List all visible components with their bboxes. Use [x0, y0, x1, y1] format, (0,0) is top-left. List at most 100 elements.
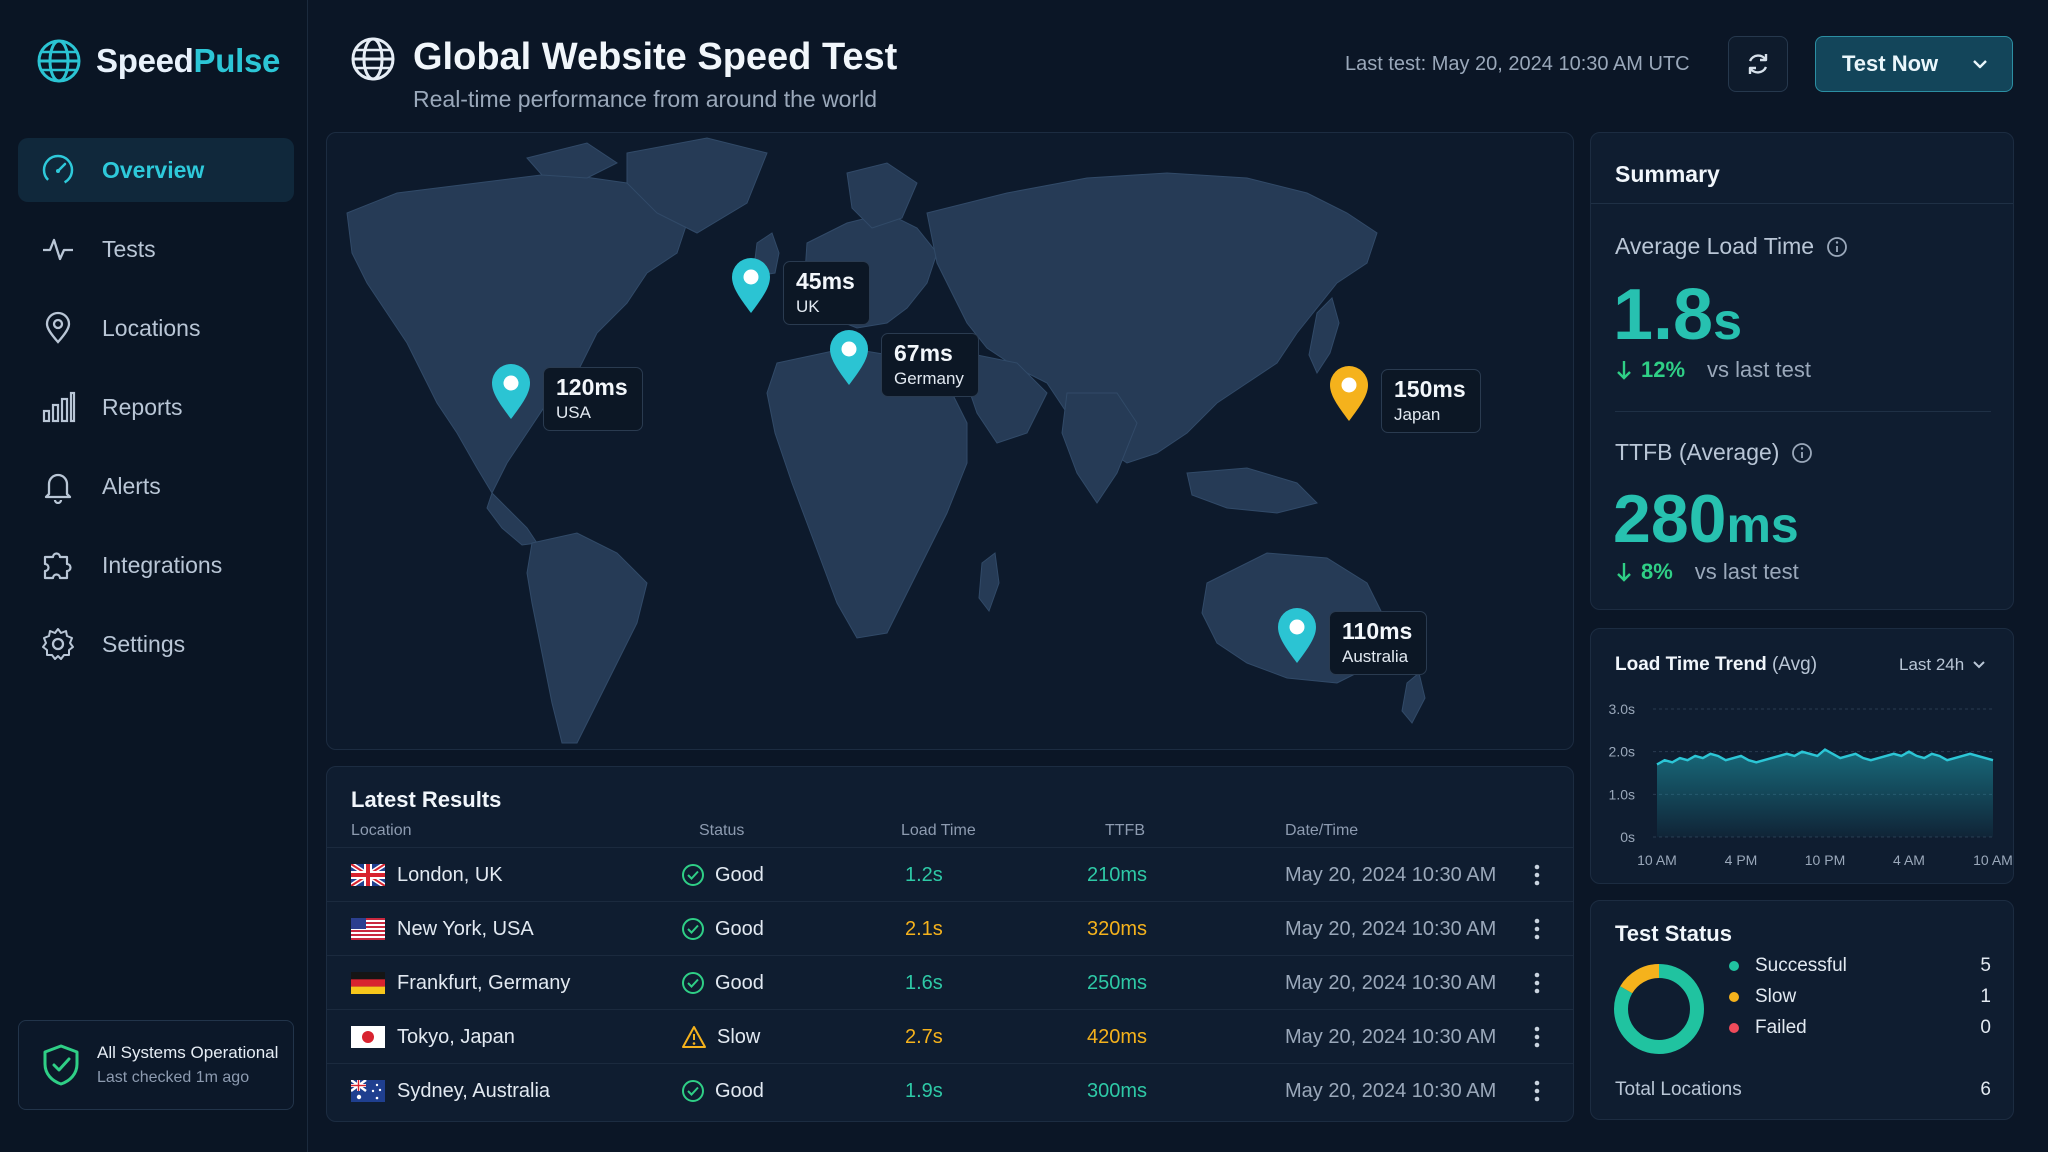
- us-flag-icon: [351, 918, 385, 940]
- ttfb-value: 280ms: [1613, 481, 1799, 557]
- status-donut-chart: [1614, 964, 1704, 1054]
- cell-location: Frankfurt, Germany: [351, 956, 570, 1010]
- brand-name: SpeedPulse: [96, 42, 281, 79]
- nav-item-integrations[interactable]: Integrations: [18, 533, 294, 597]
- column-header-location[interactable]: Location: [351, 822, 412, 840]
- pin-latency: 67ms: [894, 340, 953, 366]
- nav-label: Tests: [102, 235, 156, 262]
- location-pin-icon: [1330, 366, 1368, 421]
- test-status-title: Test Status: [1615, 921, 1732, 946]
- pin-latency: 45ms: [796, 268, 855, 294]
- nav-item-reports[interactable]: Reports: [18, 375, 294, 439]
- table-row[interactable]: Sydney, Australia Good 1.9s 300ms May 20…: [327, 1063, 1573, 1117]
- cell-datetime: May 20, 2024 10:30 AM: [1285, 971, 1497, 994]
- cell-ttfb: 300ms: [1087, 1079, 1148, 1102]
- test-now-label: Test Now: [1842, 51, 1939, 76]
- cell-status: Good: [681, 902, 764, 956]
- chevron-down-icon: [1973, 661, 1985, 669]
- y-tick-label: 2.0s: [1609, 744, 1635, 760]
- trend-chart: 3.0s2.0s1.0s0s10 AM 4 PM 10 PM 4 AM 10 AM: [1609, 701, 2013, 868]
- table-row[interactable]: New York, USA Good 2.1s 320ms May 20, 20…: [327, 901, 1573, 955]
- arrow-down-icon: [1617, 563, 1631, 582]
- cell-load-time: 1.6s: [905, 971, 943, 994]
- row-menu-button[interactable]: [1533, 956, 1541, 1010]
- row-menu-button[interactable]: [1533, 1010, 1541, 1064]
- cell-status: Good: [681, 1064, 764, 1118]
- cell-load-time: 2.1s: [905, 917, 943, 940]
- cell-location: London, UK: [351, 848, 503, 902]
- cell-ttfb: 250ms: [1087, 971, 1148, 994]
- arrow-down-icon: [1617, 361, 1631, 380]
- map-pin-australia[interactable]: 110ms Australia: [1275, 607, 1428, 675]
- summary-panel: Summary Average Load Time 1.8s 12% vs la…: [1590, 132, 2014, 610]
- total-locations: Total Locations 6: [1615, 1079, 1991, 1100]
- info-icon[interactable]: [1826, 236, 1848, 258]
- gear-icon: [42, 628, 74, 660]
- nav-label: Alerts: [102, 472, 161, 499]
- info-icon[interactable]: [1791, 442, 1813, 464]
- cell-location: New York, USA: [351, 902, 534, 956]
- more-vertical-icon: [1534, 1080, 1540, 1102]
- world-map-panel: 45ms UK 67ms Germany 120ms USA 150ms Jap…: [326, 132, 1574, 750]
- cell-location: Tokyo, Japan: [351, 1010, 515, 1064]
- trend-area: [1657, 749, 1993, 837]
- cell-datetime: May 20, 2024 10:30 AM: [1285, 1025, 1497, 1048]
- location-pin-icon: [1278, 608, 1316, 663]
- nav-item-tests[interactable]: Tests: [18, 217, 294, 281]
- table-row[interactable]: Frankfurt, Germany Good 1.6s 250ms May 2…: [327, 955, 1573, 1009]
- map-pin-usa[interactable]: 120ms USA: [489, 363, 643, 431]
- row-menu-button[interactable]: [1533, 902, 1541, 956]
- nav-item-alerts[interactable]: Alerts: [18, 454, 294, 518]
- pin-label: 120ms USA: [543, 367, 643, 431]
- refresh-button[interactable]: [1728, 36, 1788, 92]
- refresh-icon: [1748, 54, 1768, 74]
- avg-load-value: 1.8s: [1613, 275, 1743, 355]
- ttfb-change: 8% vs last test: [1615, 559, 1799, 585]
- map-pin-germany[interactable]: 67ms Germany: [827, 329, 979, 397]
- cell-status: Slow: [681, 1010, 760, 1064]
- trend-title: Load Time Trend (Avg): [1615, 654, 1818, 675]
- cell-location: Sydney, Australia: [351, 1064, 550, 1118]
- test-now-button[interactable]: Test Now: [1815, 36, 2013, 92]
- table-row[interactable]: London, UK Good 1.2s 210ms May 20, 2024 …: [327, 847, 1573, 901]
- ttfb-label: TTFB (Average): [1615, 439, 1813, 466]
- activity-icon: [43, 238, 73, 261]
- check-circle-icon: [682, 1080, 704, 1102]
- page-title: Global Website Speed Test: [413, 36, 898, 78]
- map-pin-uk[interactable]: 45ms UK: [729, 257, 870, 325]
- map-pin-japan[interactable]: 150ms Japan: [1327, 365, 1481, 433]
- trend-range-select[interactable]: Last 24h: [1899, 655, 1986, 675]
- nav-item-overview[interactable]: Overview: [18, 138, 294, 202]
- column-header-status[interactable]: Status: [699, 822, 744, 840]
- pin-label: 67ms Germany: [881, 333, 979, 397]
- pin-city: Germany: [894, 369, 964, 388]
- check-circle-icon: [682, 864, 704, 886]
- row-menu-button[interactable]: [1533, 848, 1541, 902]
- brand-logo[interactable]: SpeedPulse: [36, 38, 280, 84]
- test-status-panel: Test Status Successful 5 Slow 1 Failed 0…: [1590, 900, 2014, 1120]
- row-menu-button[interactable]: [1533, 1064, 1541, 1118]
- y-tick-label: 0s: [1620, 829, 1635, 845]
- cell-load-time: 1.2s: [905, 863, 943, 886]
- main-nav: Overview Tests Locations Reports Alerts …: [18, 138, 294, 691]
- pin-latency: 120ms: [556, 374, 628, 400]
- pin-latency: 150ms: [1394, 376, 1466, 402]
- column-header-load-time[interactable]: Load Time: [901, 822, 976, 840]
- latest-results-panel: Latest Results Location Status Load Time…: [326, 766, 1574, 1122]
- nav-item-locations[interactable]: Locations: [18, 296, 294, 360]
- legend-failed: Failed 0: [1729, 1017, 1991, 1039]
- system-status-box[interactable]: All Systems Operational Last checked 1m …: [18, 1020, 294, 1110]
- nav-item-settings[interactable]: Settings: [18, 612, 294, 676]
- y-tick-label: 3.0s: [1609, 701, 1635, 717]
- table-row[interactable]: Tokyo, Japan Slow 2.7s 420ms May 20, 202…: [327, 1009, 1573, 1063]
- column-header-datetime[interactable]: Date/Time: [1285, 822, 1358, 840]
- bell-icon: [44, 473, 72, 504]
- chevron-down-icon[interactable]: [1970, 54, 1990, 74]
- pin-city: USA: [556, 403, 591, 422]
- bar-chart-icon: [42, 391, 76, 423]
- puzzle-icon: [43, 552, 72, 580]
- column-header-ttfb[interactable]: TTFB: [1105, 822, 1145, 840]
- results-title: Latest Results: [351, 787, 502, 812]
- uk-flag-icon: [351, 864, 385, 886]
- nav-label: Integrations: [102, 551, 223, 578]
